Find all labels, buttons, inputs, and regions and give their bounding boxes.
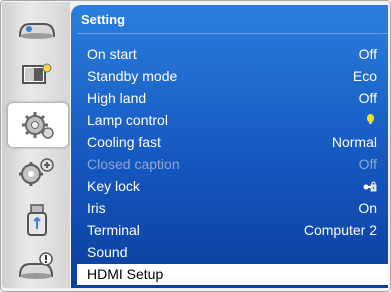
lamp-bulb-icon bbox=[367, 114, 374, 124]
menu-row-hdmi-setup[interactable]: HDMI Setup bbox=[77, 264, 388, 285]
menu-row-high-land[interactable]: High land Off bbox=[77, 88, 388, 109]
menu-row-key-lock[interactable]: Key lock bbox=[77, 176, 388, 197]
menu-row-value: Normal bbox=[331, 134, 377, 150]
menu-row-label: High land bbox=[87, 90, 147, 106]
menu-sidebar bbox=[2, 2, 70, 288]
sidebar-item-display[interactable] bbox=[7, 5, 67, 49]
key-lock-icon bbox=[363, 181, 377, 192]
menu-row-label: Closed caption bbox=[87, 156, 180, 172]
menu-row-label: Lamp control bbox=[87, 112, 168, 128]
usb-memory-icon bbox=[27, 204, 47, 236]
menu-row-iris[interactable]: Iris On bbox=[77, 198, 388, 219]
menu-row-standby-mode[interactable]: Standby mode Eco bbox=[77, 66, 388, 87]
sidebar-item-picture[interactable] bbox=[7, 53, 67, 97]
expanded-gears-icon bbox=[19, 158, 54, 186]
menu-row-value: Off bbox=[358, 46, 377, 62]
menu-row-label: Terminal bbox=[87, 222, 140, 238]
menu-row-lamp-control[interactable]: Lamp control bbox=[77, 110, 388, 131]
menu-row-label: On start bbox=[87, 46, 137, 62]
display-icon bbox=[18, 23, 56, 39]
title-divider bbox=[77, 33, 388, 34]
menu-row-label: HDMI Setup bbox=[87, 266, 164, 282]
setting-menu-panel: Setting On start Off Standby mode Eco Hi… bbox=[71, 5, 388, 288]
window-frame: Setting On start Off Standby mode Eco Hi… bbox=[0, 0, 391, 292]
menu-row-label: Sound bbox=[87, 244, 128, 260]
info-icon bbox=[18, 252, 54, 279]
sidebar-item-memory[interactable] bbox=[7, 198, 67, 242]
menu-row-terminal[interactable]: Terminal Computer 2 bbox=[77, 220, 388, 241]
menu-row-value: Off bbox=[358, 90, 377, 106]
menu-row-value: On bbox=[358, 200, 377, 216]
menu-row-label: Standby mode bbox=[87, 68, 178, 84]
menu-row-on-start[interactable]: On start Off bbox=[77, 44, 388, 65]
setting-gear-icon bbox=[22, 112, 54, 139]
menu-row-label: Iris bbox=[87, 200, 106, 216]
menu-row-cooling-fast[interactable]: Cooling fast Normal bbox=[77, 132, 388, 153]
menu-row-closed-caption: Closed caption Off bbox=[77, 154, 388, 175]
picture-adjust-icon bbox=[22, 63, 52, 84]
sidebar-item-information[interactable] bbox=[7, 244, 67, 288]
menu-row-sound[interactable]: Sound bbox=[77, 242, 388, 263]
sidebar-item-expanded[interactable] bbox=[7, 150, 67, 194]
menu-title: Setting bbox=[81, 12, 126, 27]
menu-row-label: Key lock bbox=[87, 178, 140, 194]
menu-row-value: Computer 2 bbox=[303, 222, 377, 238]
menu-row-value: Eco bbox=[352, 68, 377, 84]
sidebar-item-setting[interactable] bbox=[7, 102, 69, 148]
menu-row-value: Off bbox=[358, 156, 377, 172]
menu-row-label: Cooling fast bbox=[87, 134, 161, 150]
